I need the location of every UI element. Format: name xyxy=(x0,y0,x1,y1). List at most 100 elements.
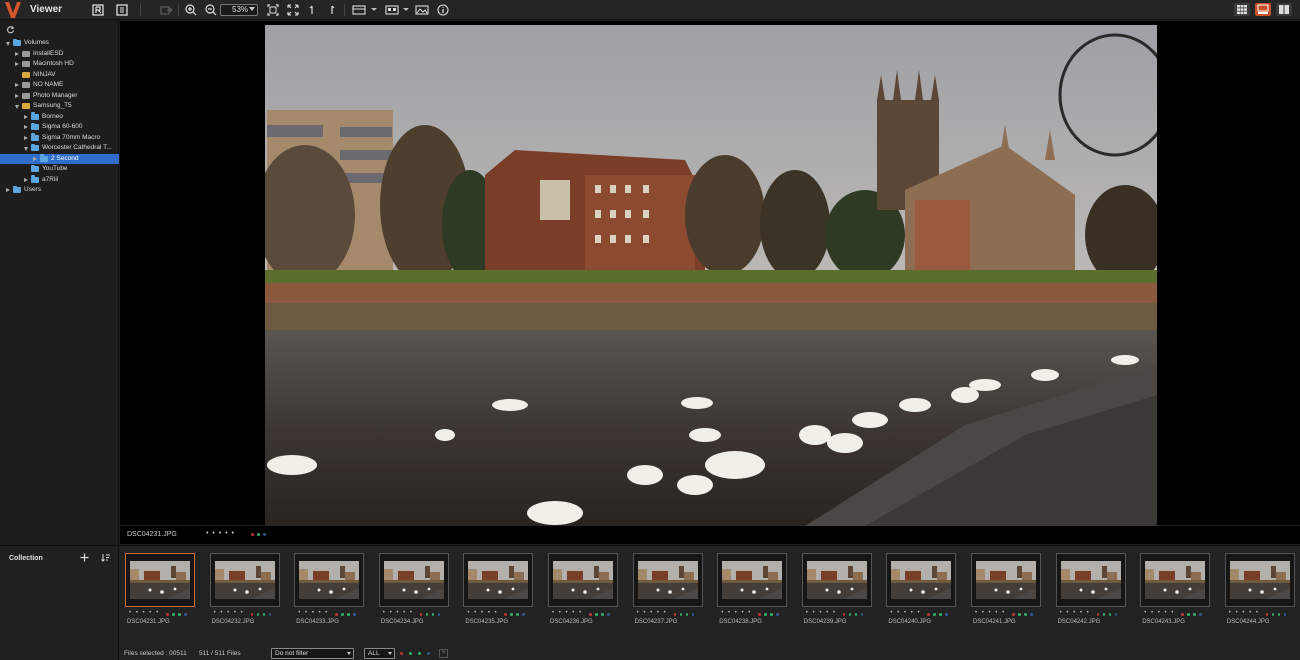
thumbnail-frame[interactable] xyxy=(294,553,365,607)
tree-item[interactable]: YouTube xyxy=(0,164,119,175)
thumbnail-image[interactable] xyxy=(383,561,444,599)
thumbnail[interactable]: • • • • • DSC04238.JPG xyxy=(717,553,788,631)
thumbnail-frame[interactable] xyxy=(886,553,957,607)
tree-item[interactable]: a7Riii xyxy=(0,175,119,186)
fullscreen-icon[interactable] xyxy=(286,3,300,17)
zoom-in-icon[interactable] xyxy=(184,3,198,17)
chevron-right-icon[interactable] xyxy=(15,51,19,56)
layout-icon[interactable] xyxy=(385,3,399,17)
thumbnail-image[interactable] xyxy=(806,561,867,599)
thumbnail-rating[interactable]: • • • • • xyxy=(721,610,752,616)
thumbnail-rating[interactable]: • • • • • xyxy=(975,610,1006,616)
thumbnail-image[interactable] xyxy=(722,561,783,599)
import-icon[interactable] xyxy=(91,3,105,17)
thumbnail-image[interactable] xyxy=(1060,561,1121,599)
chevron-right-icon[interactable] xyxy=(24,177,28,182)
thumbnail-image[interactable] xyxy=(299,561,360,599)
thumbnail-frame[interactable] xyxy=(971,553,1041,607)
tree-item[interactable]: Sigma 60-600 xyxy=(0,122,119,133)
filter-dropdown[interactable]: Do not filter xyxy=(271,648,354,659)
add-collection-icon[interactable] xyxy=(80,553,89,562)
color-filter-blue[interactable] xyxy=(427,652,430,655)
thumbnail-rating[interactable]: • • • • • xyxy=(1060,610,1091,616)
color-filter-green[interactable] xyxy=(409,652,412,655)
tree-item[interactable]: InstallESD xyxy=(0,49,119,60)
tree-item[interactable]: Photo Manager xyxy=(0,91,119,102)
thumbnail[interactable]: • • • • • DSC04231.JPG xyxy=(125,553,195,631)
zoom-select[interactable]: 53% xyxy=(220,4,258,16)
thumbnail-frame[interactable] xyxy=(463,553,534,607)
chevron-right-icon[interactable] xyxy=(33,156,37,161)
thumbnail-frame[interactable] xyxy=(125,553,195,607)
thumbnail-image[interactable] xyxy=(553,561,613,599)
thumbnail-image[interactable] xyxy=(891,561,952,599)
thumbnail-image[interactable] xyxy=(637,561,698,599)
image-viewer[interactable] xyxy=(120,21,1300,526)
viewer-layout-button[interactable] xyxy=(1255,3,1271,16)
tree-item[interactable]: Sigma 70mm Macro xyxy=(0,133,119,144)
chevron-right-icon[interactable] xyxy=(6,188,10,192)
thumbnail[interactable]: • • • • • DSC04244.JPG xyxy=(1224,553,1295,631)
thumbnail-rating[interactable]: • • • • • xyxy=(467,610,498,616)
thumbnail-frame[interactable] xyxy=(378,553,449,607)
chevron-right-icon[interactable] xyxy=(24,114,28,119)
thumbnail-image[interactable] xyxy=(976,561,1036,599)
compare-layout-button[interactable] xyxy=(1276,3,1292,16)
rotate-right-icon[interactable] xyxy=(324,3,338,17)
tree-item[interactable]: NINJAV xyxy=(0,70,119,81)
tree-item[interactable]: Macintosh HD xyxy=(0,59,119,70)
thumbnail[interactable]: • • • • • DSC04243.JPG xyxy=(1140,553,1211,631)
image-icon[interactable] xyxy=(415,3,429,17)
chevron-down-icon[interactable] xyxy=(24,147,28,151)
thumbnail[interactable]: • • • • • DSC04242.JPG xyxy=(1055,553,1126,631)
tree-item[interactable]: Samsung_T5 xyxy=(0,101,119,112)
thumbnail-rating[interactable]: • • • • • xyxy=(637,610,668,616)
thumbnail-frame[interactable] xyxy=(1224,553,1295,607)
thumbnail-rating[interactable]: • • • • • xyxy=(383,610,414,616)
thumbnail-rating[interactable]: • • • • • xyxy=(890,610,921,616)
zoom-out-icon[interactable] xyxy=(204,3,218,17)
thumbnail[interactable]: • • • • • DSC04232.JPG xyxy=(209,553,280,631)
tree-item[interactable]: Volumes xyxy=(0,38,119,49)
chevron-right-icon[interactable] xyxy=(15,83,19,87)
thumbnail[interactable]: • • • • • DSC04234.JPG xyxy=(378,553,449,631)
main-photo[interactable] xyxy=(265,25,1157,526)
thumbnail[interactable]: • • • • • DSC04235.JPG xyxy=(463,553,534,631)
thumbnail[interactable]: • • • • • DSC04236.JPG xyxy=(548,553,618,631)
thumbnail-rating[interactable]: • • • • • xyxy=(129,610,160,616)
chevron-right-icon[interactable] xyxy=(24,135,28,140)
label-red[interactable] xyxy=(251,533,254,536)
color-filter-red[interactable] xyxy=(400,652,403,655)
thumbnail[interactable]: • • • • • DSC04239.JPG xyxy=(801,553,872,631)
chevron-down-icon[interactable] xyxy=(15,105,19,109)
thumbnail-frame[interactable] xyxy=(548,553,618,607)
thumbnail-frame[interactable] xyxy=(1140,553,1211,607)
tree-item[interactable]: Worcester Cathedral T... xyxy=(0,143,119,154)
label-green[interactable] xyxy=(257,533,260,536)
info-icon[interactable] xyxy=(436,3,450,17)
chevron-down-icon[interactable] xyxy=(371,8,377,11)
chevron-down-icon[interactable] xyxy=(403,8,409,11)
chevron-right-icon[interactable] xyxy=(15,93,19,98)
thumbnail-rating[interactable]: • • • • • xyxy=(1229,610,1260,616)
compare-icon[interactable] xyxy=(352,3,366,17)
chevron-right-icon[interactable] xyxy=(15,62,19,66)
rating-stars[interactable]: • • • • • xyxy=(206,530,235,537)
label-blue[interactable] xyxy=(263,533,266,536)
chevron-down-icon[interactable] xyxy=(6,42,10,46)
thumbnail-image[interactable] xyxy=(1145,561,1206,599)
thumbnail[interactable]: • • • • • DSC04240.JPG xyxy=(886,553,957,631)
thumbnail-rating[interactable]: • • • • • xyxy=(806,610,837,616)
thumbnail-rating[interactable]: • • • • • xyxy=(214,610,245,616)
grid-view-button[interactable] xyxy=(1234,3,1250,16)
thumbnail-frame[interactable] xyxy=(1055,553,1126,607)
thumbnail-frame[interactable] xyxy=(209,553,280,607)
move-icon[interactable] xyxy=(159,3,173,17)
sort-icon[interactable] xyxy=(101,553,111,562)
tree-item[interactable]: NO NAME xyxy=(0,80,119,91)
export-icon[interactable] xyxy=(115,3,129,17)
thumbnail-rating[interactable]: • • • • • xyxy=(552,610,583,616)
refresh-icon[interactable] xyxy=(6,25,15,34)
rotate-left-icon[interactable] xyxy=(306,3,320,17)
thumbnail-image[interactable] xyxy=(130,561,190,599)
